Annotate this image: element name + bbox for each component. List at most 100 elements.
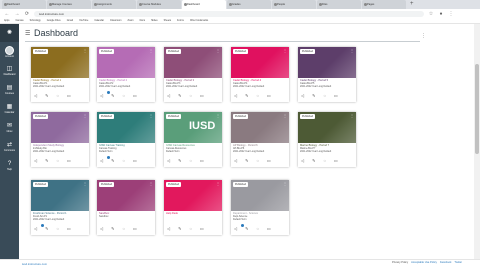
assignments-icon[interactable]: ✎ [245,159,248,163]
card-options-icon[interactable]: ⋮ [350,113,354,118]
course-card[interactable]: Published ⋮ AP Biology - Period 6 AP-Bio-P6… [231,112,289,167]
discussions-icon[interactable]: ◌ [56,159,58,163]
card-options-icon[interactable]: ⋮ [216,48,220,53]
assignments-icon[interactable]: ✎ [111,94,114,98]
card-options-icon[interactable]: ⋮ [216,113,220,118]
bookmark-item[interactable]: YouTube [79,18,88,23]
assignments-icon[interactable]: ✎ [111,159,114,163]
bookmark-item[interactable]: Other bookmarks [190,18,208,23]
browser-tab[interactable]: Dashboard [2,0,46,9]
discussions-icon[interactable]: ◌ [256,159,258,163]
files-icon[interactable]: ▭ [200,227,204,231]
global-nav-item[interactable]: Account [0,43,19,61]
announcements-icon[interactable]: ◁ [34,94,37,98]
footer-link[interactable]: Acceptable Use Policy [411,261,437,264]
bookmark-item[interactable]: Gmail [67,18,73,23]
dashboard-options-icon[interactable]: ⋮ [421,33,426,39]
bookmark-item[interactable]: Forms [177,18,184,23]
browser-tab[interactable]: Files [317,0,361,9]
discussions-icon[interactable]: ◌ [189,94,191,98]
announcements-icon[interactable]: ◁ [167,94,170,98]
files-icon[interactable]: ▭ [133,227,137,231]
discussions-icon[interactable]: ◌ [122,227,124,231]
files-icon[interactable]: ▭ [200,94,204,98]
announcements-icon[interactable]: ◁ [301,94,304,98]
card-options-icon[interactable]: ⋮ [216,181,220,186]
announcements-icon[interactable]: ◁ [100,94,103,98]
course-card[interactable]: Published ⋮ Cadet Biology - Period 2 Cadet-… [97,47,155,102]
files-icon[interactable]: ▭ [267,159,271,163]
bookmark-item[interactable]: Docs [140,18,145,23]
assignments-icon[interactable]: ✎ [178,227,181,231]
scrollbar-thumb[interactable] [475,64,479,154]
course-card[interactable]: IUSD Published ⋮ IUSD Canvas Resources Canva… [164,112,222,167]
discussions-icon[interactable]: ◌ [189,227,191,231]
card-options-icon[interactable]: ⋮ [149,113,153,118]
browser-tab[interactable]: Grades [227,0,271,9]
course-card[interactable]: Published ⋮ Cadet Biology - Period 5 Cadet-… [298,47,356,102]
assignments-icon[interactable]: ✎ [45,227,48,231]
assignments-icon[interactable]: ✎ [45,159,48,163]
hamburger-icon[interactable]: ☰ [25,30,30,37]
global-nav-item[interactable]: ▤ Courses [0,81,19,99]
card-options-icon[interactable]: ⋮ [83,48,87,53]
browser-tab[interactable]: Manage Courses [47,0,91,9]
announcements-icon[interactable]: ◁ [167,159,170,163]
announcements-icon[interactable]: ◁ [301,159,304,163]
discussions-icon[interactable]: ◌ [56,227,58,231]
course-card[interactable]: Published ⋮ Sandbox Sandbox ◁ ✎ ◌ ▭ [97,180,155,235]
global-nav-item[interactable]: ▦ Calendar [0,100,19,118]
card-options-icon[interactable]: ⋮ [283,113,287,118]
global-nav-item[interactable]: ✺ [0,24,19,42]
announcements-icon[interactable]: ◁ [167,227,170,231]
back-icon[interactable]: ← [4,11,10,17]
url-input[interactable]: iusd.instructure.com [34,10,424,17]
bookmark-item[interactable]: Apps [4,18,9,23]
course-card[interactable]: Published ⋮ Cadet Biology - Period 1 Cadet-… [31,47,89,102]
footer-link[interactable]: Facebook [440,261,451,264]
browser-tab[interactable]: Dashboard [182,0,226,9]
bookmark-item[interactable]: Canvas [15,18,23,23]
discussions-icon[interactable]: ◌ [56,94,58,98]
announcements-icon[interactable]: ◁ [34,159,37,163]
browser-tab[interactable]: Pages [362,0,406,9]
star-icon[interactable]: ☆ [428,11,434,17]
bookmark-item[interactable]: Calendar [94,18,104,23]
announcements-icon[interactable]: ◁ [34,227,37,231]
course-card[interactable]: Published ⋮ Marine Biology - Period 7 Marin… [298,112,356,167]
global-nav-item[interactable]: ? Help [0,157,19,175]
assignments-icon[interactable]: ✎ [312,159,315,163]
files-icon[interactable]: ▭ [133,159,137,163]
assignments-icon[interactable]: ✎ [178,159,181,163]
profile-icon[interactable]: ● [438,11,444,17]
reload-icon[interactable]: ⟳ [24,11,30,17]
browser-tab[interactable]: People [272,0,316,9]
scrollbar[interactable] [474,24,480,266]
announcements-icon[interactable]: ◁ [234,159,237,163]
browser-tab[interactable]: Course Modules [137,0,181,9]
global-nav-item[interactable]: ⇄ Commons [0,138,19,156]
announcements-icon[interactable]: ◁ [100,159,103,163]
course-card[interactable]: Published ⋮ Help Desk ◁ ✎ ◌ ▭ [164,180,222,235]
files-icon[interactable]: ▭ [334,94,338,98]
card-options-icon[interactable]: ⋮ [83,181,87,186]
footer-link[interactable]: Twitter [454,261,462,264]
discussions-icon[interactable]: ◌ [122,94,124,98]
browser-tab[interactable]: Assignments [92,0,136,9]
files-icon[interactable]: ▭ [67,94,71,98]
card-options-icon[interactable]: ⋮ [350,48,354,53]
bookmark-item[interactable]: Google Drive [47,18,61,23]
course-card[interactable]: Published ⋮ Independent Study Biology IndSt… [31,112,89,167]
bookmark-item[interactable]: Zoom [127,18,133,23]
assignments-icon[interactable]: ✎ [178,94,181,98]
global-nav-item[interactable]: ◫ Dashboard [0,62,19,80]
files-icon[interactable]: ▭ [67,159,71,163]
footer-link[interactable]: Privacy Policy [392,261,408,264]
card-options-icon[interactable]: ⋮ [283,48,287,53]
forward-icon[interactable]: → [14,11,20,17]
menu-icon[interactable]: ⋮ [448,11,454,17]
bookmark-item[interactable]: Sheets [164,18,171,23]
files-icon[interactable]: ▭ [267,227,271,231]
card-options-icon[interactable]: ⋮ [283,181,287,186]
discussions-icon[interactable]: ◌ [323,94,325,98]
